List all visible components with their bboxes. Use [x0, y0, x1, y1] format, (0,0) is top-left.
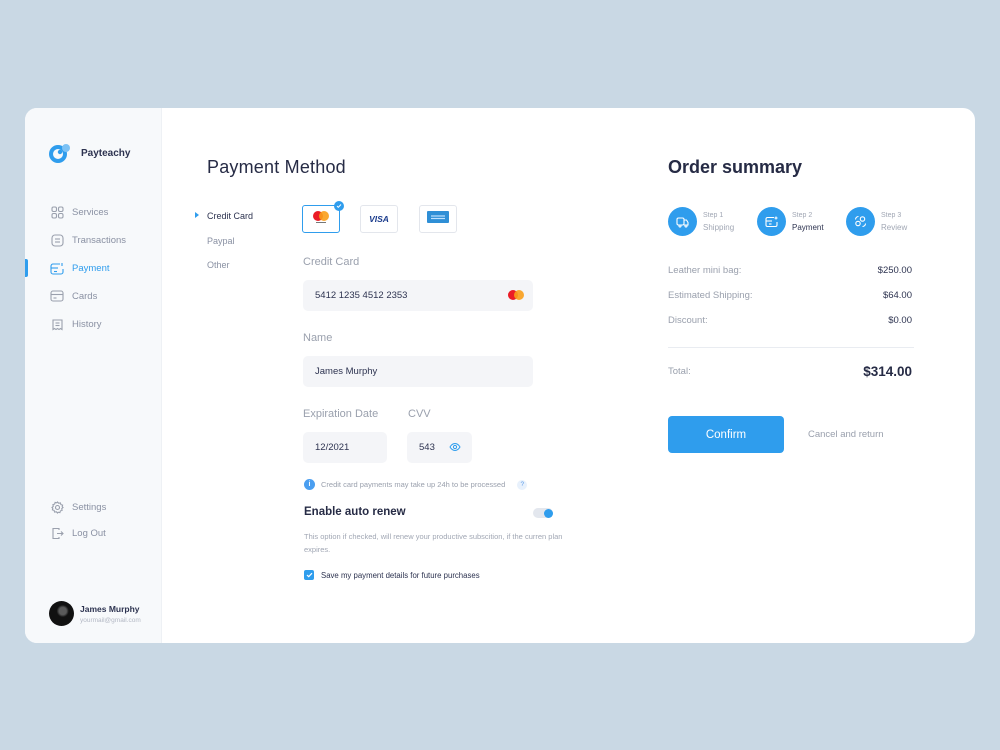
- cvv-label: CVV: [408, 408, 431, 420]
- user-name: James Murphy: [80, 603, 140, 614]
- payment-method-list: Credit Card Paypal Other: [195, 204, 253, 278]
- summary-row-value: $250.00: [877, 265, 912, 276]
- credit-card-number: 5412 1235 4512 2353: [315, 290, 408, 301]
- review-icon: [846, 207, 875, 236]
- sidebar-item-label: History: [72, 318, 102, 330]
- app-window: Payteachy Services Transactions Payment: [25, 108, 975, 643]
- sidebar-item-history[interactable]: History: [25, 310, 161, 338]
- card-option-amex[interactable]: [419, 205, 457, 233]
- credit-card-label: Credit Card: [303, 256, 360, 268]
- visa-icon: VISA: [369, 214, 389, 224]
- truck-icon: [668, 207, 697, 236]
- confirm-button[interactable]: Confirm: [668, 416, 784, 453]
- name-input[interactable]: James Murphy: [303, 356, 533, 387]
- list-icon: [50, 233, 64, 247]
- sidebar-item-label: Payment: [72, 262, 110, 274]
- app-name: Payteachy: [81, 147, 131, 159]
- sidebar-item-label: Log Out: [72, 527, 106, 539]
- summary-row-value: $0.00: [888, 315, 912, 326]
- sidebar-item-payment[interactable]: Payment: [25, 254, 161, 282]
- mastercard-icon: [507, 289, 525, 304]
- total-label: Total:: [668, 366, 691, 377]
- method-paypal[interactable]: Paypal: [195, 229, 253, 254]
- history-icon: [50, 317, 64, 331]
- save-details-checkbox[interactable]: Save my payment details for future purch…: [304, 570, 480, 580]
- step-number: Step 1: [703, 211, 724, 219]
- payment-icon: [50, 261, 64, 275]
- cancel-return-link[interactable]: Cancel and return: [808, 429, 884, 440]
- summary-line-items: Leather mini bag: $250.00 Estimated Ship…: [668, 265, 912, 340]
- user-email: yourmail@gmail.com: [80, 616, 141, 624]
- cvv-input[interactable]: 543: [407, 432, 472, 463]
- auto-renew-title: Enable auto renew: [304, 506, 406, 518]
- sidebar: Payteachy Services Transactions Payment: [25, 108, 162, 643]
- summary-row: Leather mini bag: $250.00: [668, 265, 912, 290]
- logo[interactable]: Payteachy: [49, 143, 130, 163]
- card-option-visa[interactable]: VISA: [360, 205, 398, 233]
- step-review[interactable]: Step 3 Review: [846, 207, 935, 236]
- expiration-label: Expiration Date: [303, 408, 379, 420]
- eye-icon[interactable]: [449, 442, 461, 455]
- name-label: Name: [303, 332, 333, 344]
- sidebar-item-label: Services: [72, 206, 109, 218]
- step-number: Step 2: [792, 211, 813, 219]
- summary-row-label: Leather mini bag:: [668, 265, 742, 276]
- auto-renew-toggle[interactable]: [533, 508, 553, 518]
- avatar: [49, 601, 74, 626]
- sidebar-item-label: Transactions: [72, 234, 127, 246]
- cvv-value: 543: [419, 442, 435, 453]
- summary-row: Estimated Shipping: $64.00: [668, 290, 912, 315]
- summary-divider: [668, 347, 914, 348]
- toggle-knob: [544, 508, 553, 518]
- step-number: Step 3: [881, 211, 902, 219]
- logo-icon: [49, 143, 73, 163]
- sidebar-item-label: Settings: [72, 501, 107, 513]
- sidebar-nav: Services Transactions Payment Cards Hist…: [25, 198, 161, 338]
- grid-icon: [50, 205, 64, 219]
- card-option-mastercard[interactable]: [302, 201, 344, 233]
- name-value: James Murphy: [315, 366, 378, 377]
- sidebar-bottom-nav: Settings Log Out: [25, 494, 161, 546]
- expiration-input[interactable]: 12/2021: [303, 432, 387, 463]
- info-text: Credit card payments may take up 24h to …: [321, 480, 506, 489]
- sidebar-item-transactions[interactable]: Transactions: [25, 226, 161, 254]
- page-title: Payment Method: [207, 157, 346, 177]
- processing-info: i Credit card payments may take up 24h t…: [304, 479, 528, 490]
- summary-row-label: Discount:: [668, 315, 708, 326]
- checkbox-checked-icon[interactable]: [304, 570, 314, 580]
- step-payment[interactable]: Step 2 Payment: [757, 207, 846, 236]
- info-icon: i: [304, 479, 315, 490]
- help-icon[interactable]: ?: [517, 479, 528, 490]
- amex-icon: [427, 210, 449, 228]
- checkout-steps: Step 1 Shipping Step 2 Payment Step 3 Re…: [668, 207, 935, 236]
- step-shipping[interactable]: Step 1 Shipping: [668, 207, 757, 236]
- sidebar-item-cards[interactable]: Cards: [25, 282, 161, 310]
- mastercard-icon: [311, 210, 331, 229]
- step-label: Review: [881, 222, 908, 232]
- sidebar-item-settings[interactable]: Settings: [25, 494, 161, 520]
- summary-row: Discount: $0.00: [668, 315, 912, 340]
- credit-card-number-input[interactable]: 5412 1235 4512 2353: [303, 280, 533, 311]
- expiration-value: 12/2021: [315, 442, 350, 453]
- logout-icon: [50, 526, 64, 540]
- total-value: $314.00: [863, 364, 912, 379]
- summary-total: Total: $314.00: [668, 364, 912, 379]
- summary-row-value: $64.00: [882, 290, 912, 301]
- step-label: Payment: [792, 222, 824, 232]
- method-other[interactable]: Other: [195, 253, 253, 278]
- summary-title: Order summary: [668, 157, 803, 177]
- method-credit-card[interactable]: Credit Card: [195, 204, 253, 229]
- sidebar-item-label: Cards: [72, 290, 98, 302]
- auto-renew-description: This option if checked, will renew your …: [304, 532, 563, 554]
- user-profile[interactable]: James Murphy yourmail@gmail.com: [49, 601, 141, 626]
- selected-check-icon: [334, 201, 344, 211]
- sidebar-item-services[interactable]: Services: [25, 198, 161, 226]
- step-label: Shipping: [703, 222, 735, 232]
- payment-icon: [757, 207, 786, 236]
- save-details-label: Save my payment details for future purch…: [321, 570, 480, 580]
- sidebar-item-logout[interactable]: Log Out: [25, 520, 161, 546]
- gear-icon: [50, 500, 64, 514]
- card-icon: [50, 289, 64, 303]
- summary-row-label: Estimated Shipping:: [668, 290, 753, 301]
